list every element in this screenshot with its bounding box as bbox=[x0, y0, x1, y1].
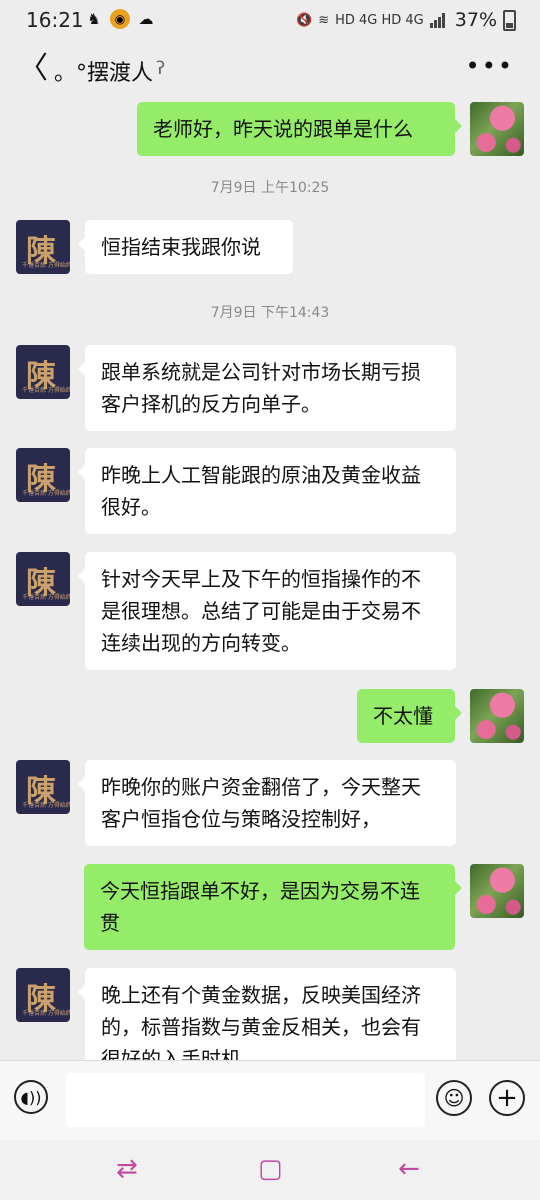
timestamp: 7月9日 上午10:25 bbox=[210, 180, 330, 196]
avatar-contact[interactable]: 陳 千锤百炼 方得始终 bbox=[16, 345, 70, 399]
signal-icon bbox=[429, 12, 445, 28]
avatar-self[interactable] bbox=[470, 102, 524, 156]
voice-input-icon[interactable]: ◖)) bbox=[14, 1080, 48, 1114]
mute-icon: 🔇 bbox=[296, 12, 313, 28]
avatar-sub: 千锤百炼 方得始终 bbox=[22, 802, 70, 809]
avatar-contact[interactable]: 陳 千锤百炼 方得始终 bbox=[16, 552, 70, 606]
chat-title: 。°摆渡人 bbox=[54, 61, 154, 86]
more-options-icon[interactable]: ••• bbox=[466, 52, 514, 80]
message-bubble-in[interactable]: 晚上还有个黄金数据，反映美国经济的，标普指数与黄金反相关，也会有很好的入手时机 bbox=[78, 968, 456, 1060]
chat-header: 〈 。°摆渡人 ʔ ••• bbox=[0, 40, 540, 102]
message-list[interactable]: 老师好，昨天说的跟单是什么 7月9日 上午10:25 陳 千锤百炼 方得始终 恒… bbox=[0, 102, 540, 1060]
avatar-contact[interactable]: 陳 千锤百炼 方得始终 bbox=[16, 448, 70, 502]
message-bubble-in[interactable]: 昨晚上人工智能跟的原油及黄金收益很好。 bbox=[78, 448, 456, 534]
message-bubble-out[interactable]: 老师好，昨天说的跟单是什么 bbox=[137, 102, 462, 156]
system-nav-bar: ⇄ ▢ ← bbox=[0, 1140, 540, 1200]
message-bubble-out[interactable]: 不太懂 bbox=[357, 689, 462, 743]
avatar-sub: 千锤百炼 方得始终 bbox=[22, 262, 70, 269]
message-bubble-in[interactable]: 针对今天早上及下午的恒指操作的不是很理想。总结了可能是由于交易不连续出现的方向转… bbox=[78, 552, 456, 670]
avatar-self[interactable] bbox=[470, 689, 524, 743]
message-input[interactable] bbox=[66, 1073, 425, 1127]
battery-percent: 37% bbox=[454, 9, 497, 31]
message-bubble-out[interactable]: 今天恒指跟单不好，是因为交易不连贯 bbox=[84, 864, 462, 950]
avatar-sub: 千锤百炼 方得始终 bbox=[22, 1010, 70, 1017]
avatar-sub: 千锤百炼 方得始终 bbox=[22, 387, 70, 394]
recent-apps-icon[interactable]: ⇄ bbox=[116, 1154, 138, 1184]
avatar-contact[interactable]: 陳 千锤百炼 方得始终 bbox=[16, 760, 70, 814]
notification-icons: ♞ ◉ ☁ bbox=[84, 9, 156, 29]
weather-icon: ☁ bbox=[138, 10, 154, 28]
app-badge-icon: ◉ bbox=[110, 9, 130, 29]
back-nav-icon[interactable]: ← bbox=[398, 1154, 420, 1184]
status-time: 16:21 bbox=[26, 8, 84, 32]
timestamp: 7月9日 下午14:43 bbox=[210, 305, 330, 321]
message-bubble-in[interactable]: 恒指结束我跟你说 bbox=[78, 220, 293, 274]
input-bar: ◖)) ☺ + bbox=[0, 1060, 540, 1141]
earpiece-mode-icon: ʔ bbox=[156, 58, 166, 79]
plus-icon[interactable]: + bbox=[489, 1080, 525, 1116]
message-bubble-in[interactable]: 跟单系统就是公司针对市场长期亏损客户择机的反方向单子。 bbox=[78, 345, 456, 431]
back-icon[interactable]: 〈 bbox=[18, 54, 48, 84]
avatar-contact[interactable]: 陳 千锤百炼 方得始终 bbox=[16, 968, 70, 1022]
emoji-icon[interactable]: ☺ bbox=[436, 1080, 472, 1116]
avatar-sub: 千锤百炼 方得始终 bbox=[22, 594, 70, 601]
avatar-sub: 千锤百炼 方得始终 bbox=[22, 490, 70, 497]
status-bar: 16:21 ♞ ◉ ☁ 🔇 ≋ HD 4G HD 4G 37% bbox=[0, 0, 540, 40]
avatar-contact[interactable]: 陳 千锤百炼 方得始终 bbox=[16, 220, 70, 274]
wifi-icon: ≋ bbox=[318, 12, 330, 28]
message-bubble-in[interactable]: 昨晚你的账户资金翻倍了，今天整天客户恒指仓位与策略没控制好， bbox=[78, 760, 456, 846]
app-notification-icon: ♞ bbox=[87, 10, 101, 28]
network-label: HD 4G HD 4G bbox=[335, 12, 424, 28]
home-icon[interactable]: ▢ bbox=[258, 1154, 283, 1184]
avatar-self[interactable] bbox=[470, 864, 524, 918]
battery-icon bbox=[503, 9, 516, 31]
system-icons: 🔇 ≋ HD 4G HD 4G 37% bbox=[296, 9, 516, 31]
